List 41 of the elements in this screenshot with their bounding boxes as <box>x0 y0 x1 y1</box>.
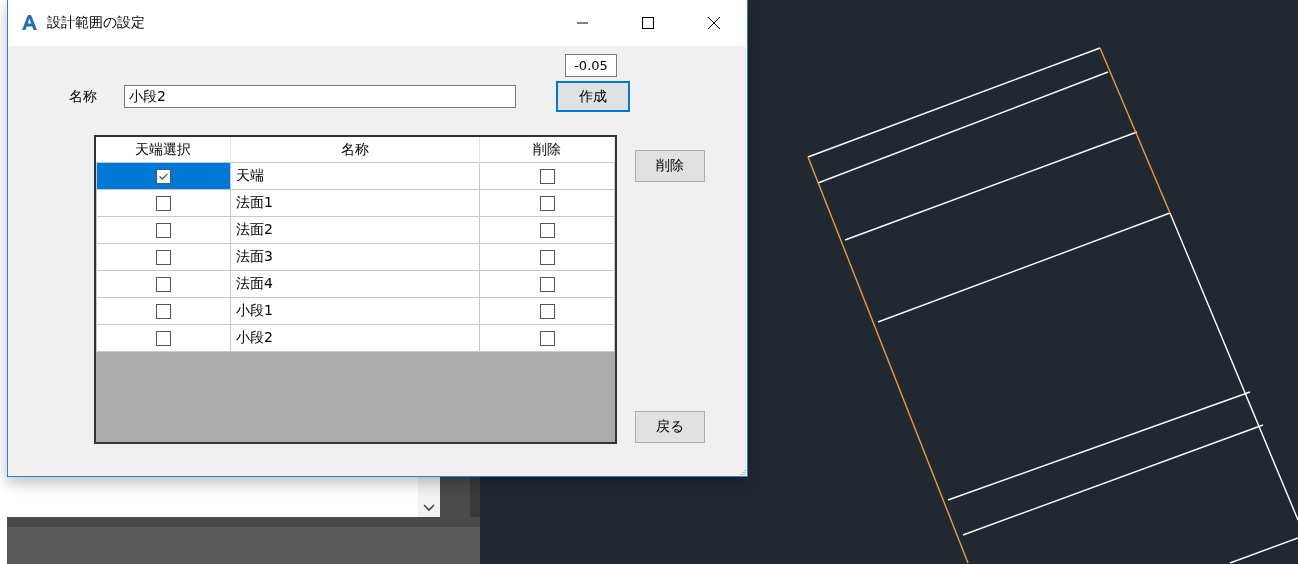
checkbox[interactable] <box>539 169 555 185</box>
checkbox[interactable] <box>539 331 555 347</box>
name-label: 名称 <box>69 87 98 106</box>
table-row[interactable]: 法面4 <box>96 270 615 298</box>
chevron-down-icon[interactable] <box>423 504 435 512</box>
window-title: 設計範囲の設定 <box>47 14 145 32</box>
checkbox[interactable] <box>156 250 171 266</box>
checkbox[interactable] <box>539 223 555 239</box>
checkbox[interactable] <box>156 277 171 293</box>
resize-grip-icon[interactable] <box>740 469 746 475</box>
column-header[interactable]: 天端選択 <box>135 140 192 157</box>
checkbox[interactable] <box>539 196 555 212</box>
table-cell: 小段2 <box>236 329 273 345</box>
table-cell: 天端 <box>236 167 264 183</box>
table-cell: 法面4 <box>236 275 273 291</box>
table-row[interactable]: 小段2 <box>96 324 615 352</box>
checkbox[interactable] <box>156 304 171 320</box>
table-cell: 小段1 <box>236 302 273 318</box>
checkbox[interactable] <box>539 250 555 266</box>
table-row[interactable]: 法面2 <box>96 216 615 244</box>
column-header[interactable]: 削除 <box>533 140 561 157</box>
name-field[interactable]: 小段2 <box>124 85 516 108</box>
table-row[interactable]: 法面3 <box>96 243 615 271</box>
checkbox[interactable] <box>156 196 171 212</box>
table-cell: 法面3 <box>236 248 273 264</box>
checkbox[interactable] <box>156 223 171 239</box>
table-row[interactable]: 天端 <box>96 162 615 190</box>
back-button[interactable]: 戻る <box>635 411 705 443</box>
app-logo-icon <box>20 14 38 32</box>
table-row[interactable]: 法面1 <box>96 189 615 217</box>
checkbox[interactable] <box>539 277 555 293</box>
table-cell: 法面2 <box>236 221 273 237</box>
offset-field[interactable]: -0.05 <box>565 54 617 77</box>
table-cell: 法面1 <box>236 194 273 210</box>
table-row[interactable]: 小段1 <box>96 297 615 325</box>
column-header[interactable]: 名称 <box>341 140 369 157</box>
checkbox[interactable] <box>156 331 171 347</box>
checkbox[interactable] <box>539 304 555 320</box>
create-button[interactable]: 作成 <box>556 81 630 112</box>
delete-button[interactable]: 削除 <box>635 150 705 182</box>
checkbox[interactable] <box>156 169 171 185</box>
